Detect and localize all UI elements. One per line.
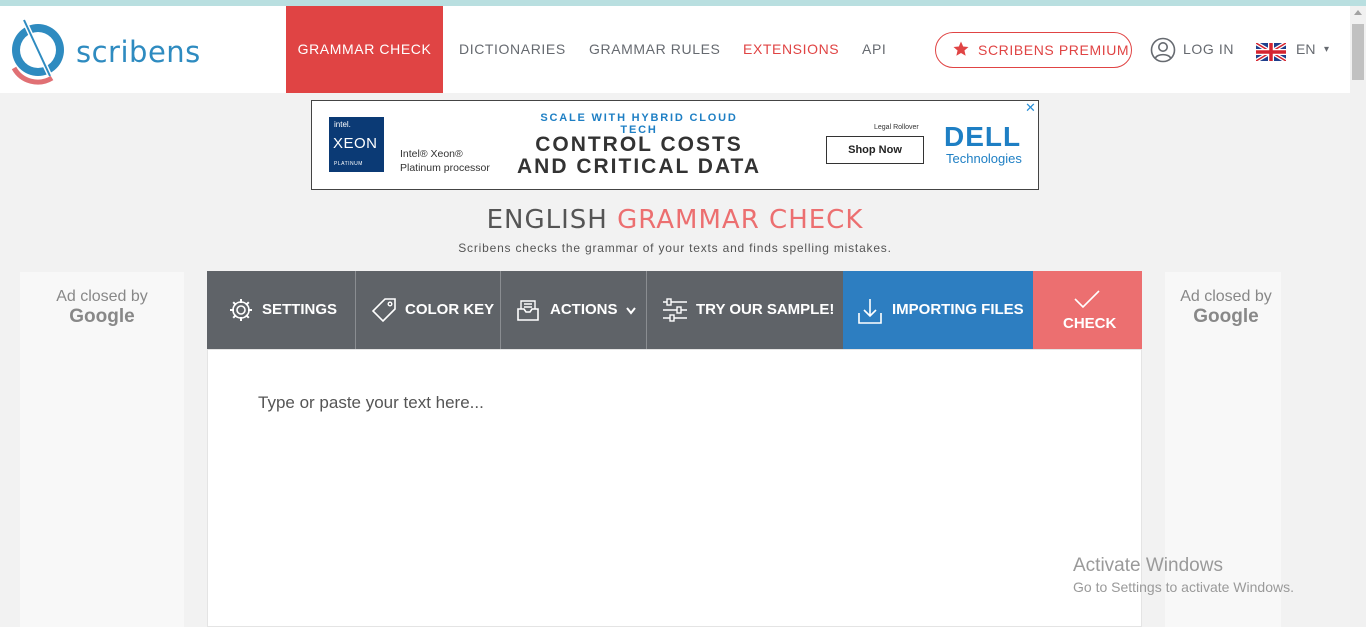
gear-icon — [230, 299, 252, 321]
windows-activation-watermark: Activate Windows Go to Settings to activ… — [1073, 555, 1294, 595]
platinum-text: PLATINUM — [334, 161, 363, 167]
actions-label: ACTIONS — [550, 301, 618, 318]
check-button[interactable]: CHECK — [1033, 271, 1142, 349]
scribens-logo[interactable]: scribens — [6, 16, 200, 86]
scroll-up-icon[interactable] — [1354, 10, 1362, 15]
language-label: EN — [1296, 41, 1316, 57]
inbox-icon — [517, 300, 539, 321]
premium-button[interactable]: SCRIBENS PREMIUM — [935, 32, 1132, 68]
actions-dropdown[interactable]: ACTIONS — [501, 271, 646, 349]
ad-closed-text: Ad closed by — [1180, 288, 1272, 305]
watermark-line-1: Activate Windows — [1073, 555, 1223, 576]
star-icon — [953, 41, 969, 56]
scroll-thumb[interactable] — [1352, 24, 1364, 80]
editor-placeholder: Type or paste your text here... — [258, 393, 484, 412]
nav-grammar-check[interactable]: GRAMMAR CHECK — [286, 6, 443, 93]
processor-line-2: Platinum processor — [400, 162, 490, 174]
nav-extensions[interactable]: EXTENSIONS — [743, 6, 839, 93]
user-icon — [1150, 37, 1176, 63]
page-scrollbar[interactable] — [1350, 6, 1366, 627]
nav-grammar-rules[interactable]: GRAMMAR RULES — [589, 6, 720, 93]
nav-api[interactable]: API — [862, 6, 886, 93]
ad-closed-text: Ad closed by — [56, 288, 148, 305]
legal-rollover[interactable]: Legal Rollover — [874, 124, 919, 131]
processor-line-1: Intel® Xeon® — [400, 148, 463, 160]
nav-dictionaries[interactable]: DICTIONARIES — [459, 6, 566, 93]
text-editor[interactable]: Type or paste your text here... — [207, 349, 1142, 627]
ad-headline-line-2: AND CRITICAL DATA — [517, 155, 761, 178]
ad-headline: CONTROL COSTS AND CRITICAL DATA — [512, 134, 766, 178]
page-title: ENGLISH GRAMMAR CHECK — [0, 205, 1350, 235]
chevron-down-icon — [626, 307, 636, 315]
page-title-tool: GRAMMAR CHECK — [617, 205, 864, 235]
tag-icon — [371, 298, 396, 323]
ad-banner[interactable]: ✕ intel. XEON PLATINUM Intel® Xeon® Plat… — [311, 100, 1039, 190]
settings-label: SETTINGS — [262, 301, 338, 318]
color-key-button[interactable]: COLOR KEY — [356, 271, 500, 349]
premium-label: SCRIBENS PREMIUM — [978, 42, 1130, 58]
intel-xeon-logo: intel. XEON PLATINUM — [329, 117, 384, 172]
brand-name: scribens — [76, 35, 201, 69]
dell-logo: DELL — [944, 121, 1022, 152]
watermark-line-2: Go to Settings to activate Windows. — [1073, 579, 1294, 595]
google-text: Google — [69, 306, 135, 327]
dell-technologies-text: Technologies — [946, 151, 1022, 166]
sliders-icon — [663, 298, 687, 322]
chevron-down-icon: ▾ — [1324, 44, 1330, 55]
page-subtitle: Scribens checks the grammar of your text… — [458, 241, 892, 255]
logo-icon — [11, 18, 64, 85]
color-key-label: COLOR KEY — [405, 301, 495, 318]
login-label: LOG IN — [1183, 41, 1235, 57]
try-sample-label: TRY OUR SAMPLE! — [696, 301, 835, 318]
google-text: Google — [1193, 306, 1259, 327]
xeon-text: XEON — [333, 135, 378, 152]
uk-flag-icon — [1256, 43, 1286, 61]
top-navbar: scribens GRAMMAR CHECK DICTIONARIES GRAM… — [0, 6, 1350, 93]
importing-files-button[interactable]: IMPORTING FILES — [843, 271, 1033, 349]
intel-text: intel. — [334, 120, 351, 129]
left-side-ad: Ad closed by Google — [20, 272, 184, 627]
settings-button[interactable]: SETTINGS — [207, 271, 355, 349]
try-sample-button[interactable]: TRY OUR SAMPLE! — [647, 271, 842, 349]
ad-close-icon[interactable]: ✕ — [1023, 101, 1038, 116]
page-title-language: ENGLISH — [486, 205, 608, 235]
ad-headline-line-1: CONTROL COSTS — [535, 133, 743, 156]
download-icon — [858, 299, 882, 324]
editor-toolbar: SETTINGS COLOR KEY ACTIONS TRY OUR SAMPL… — [207, 271, 1142, 349]
shop-now-button[interactable]: Shop Now — [826, 136, 924, 164]
processor-text: Intel® Xeon® Platinum processor — [400, 147, 490, 175]
importing-files-label: IMPORTING FILES — [892, 301, 1024, 318]
